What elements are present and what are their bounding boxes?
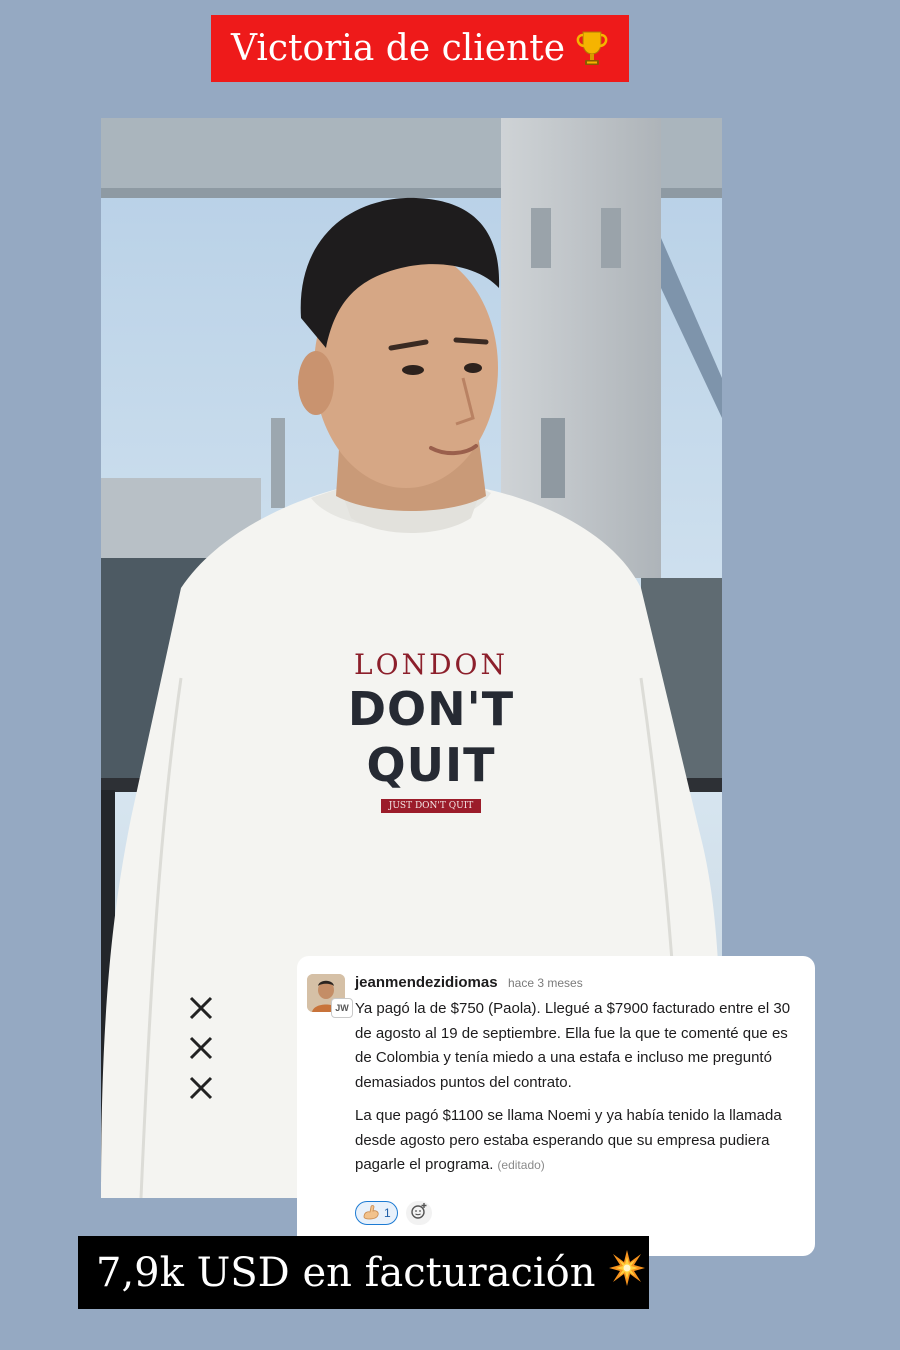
comment-body: Ya pagó la de $750 (Paola). Llegué a $79… [355,997,795,1178]
comment-header: jeanmendezidiomas hace 3 meses [355,974,583,992]
title-banner: Victoria de cliente [211,15,629,82]
reaction-count: 1 [384,1206,391,1220]
edited-label: (editado) [497,1158,545,1172]
trophy-icon [575,29,609,69]
shirt-slogan-text: DON'T QUIT [347,682,515,792]
comment-timestamp: hace 3 meses [508,976,583,990]
shirt-print: LONDON DON'T QUIT JUST DON'T QUIT [291,648,571,813]
comment-paragraph-1: Ya pagó la de $750 (Paola). Llegué a $79… [355,1000,791,1091]
add-reaction-button[interactable] [405,1201,432,1225]
reaction-chip[interactable]: 1 [355,1201,398,1225]
add-emoji-icon [410,1202,428,1225]
revenue-banner: 7,9k USD en facturación [78,1236,649,1309]
shirt-city-text: LONDON [354,648,508,681]
flexed-biceps-icon [362,1204,380,1223]
comment-paragraph-2-text: La que pagó $1100 se llama Noemi y ya ha… [355,1107,782,1173]
reactions-bar: 1 [355,1201,432,1225]
collision-icon [608,1249,646,1297]
revenue-text: 7,9k USD en facturación [96,1249,596,1296]
avatar-badge: JW [331,998,353,1018]
shirt-tag-text: JUST DON'T QUIT [380,799,482,813]
comment-card: JW jeanmendezidiomas hace 3 meses Ya pag… [297,956,815,1256]
comment-username[interactable]: jeanmendezidiomas [355,974,498,991]
comment-paragraph-2: La que pagó $1100 se llama Noemi y ya ha… [355,1104,795,1178]
title-text: Victoria de cliente [230,28,566,69]
